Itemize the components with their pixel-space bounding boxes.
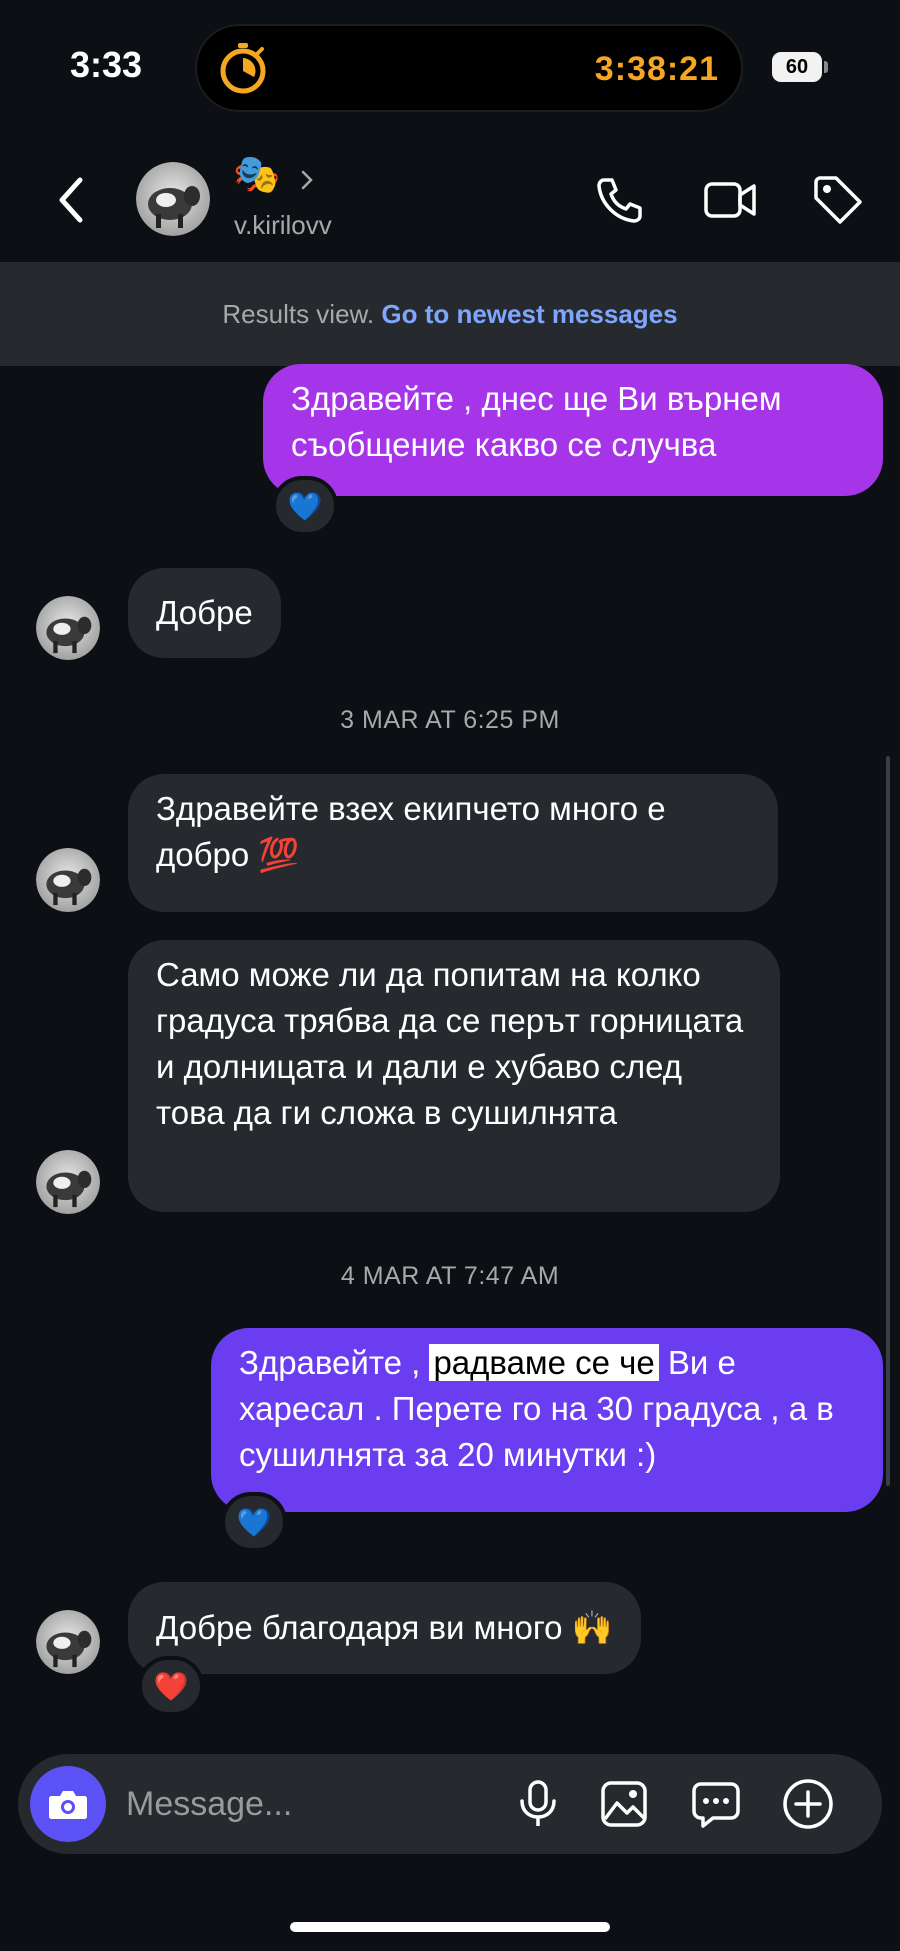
username[interactable]: v.kirilovv — [234, 210, 332, 241]
message-composer — [18, 1754, 882, 1854]
tag-icon[interactable] — [810, 172, 866, 228]
avatar-image — [36, 848, 100, 912]
timer-icon — [220, 43, 266, 94]
more-options-button[interactable] — [778, 1774, 838, 1834]
battery-tip — [824, 61, 828, 73]
home-indicator[interactable] — [290, 1922, 610, 1932]
message-text: Само може ли да попитам на колко градуса… — [156, 956, 744, 1131]
message-outgoing[interactable]: Здравейте , радваме се че Ви е харесал .… — [211, 1328, 883, 1512]
battery-level: 60 — [772, 52, 822, 82]
dynamic-island: 3:38:21 — [195, 24, 743, 112]
hundred-points-icon: 💯 — [258, 836, 300, 873]
sticker-icon — [692, 1782, 740, 1828]
back-icon[interactable] — [48, 170, 98, 230]
avatar-image — [36, 1150, 100, 1214]
message-input[interactable] — [126, 1774, 396, 1834]
avatar[interactable] — [36, 1150, 100, 1214]
microphone-button[interactable] — [508, 1774, 568, 1834]
chevron-right-icon[interactable] — [298, 168, 316, 192]
scroll-indicator[interactable] — [886, 756, 890, 1486]
battery-icon: 60 — [772, 52, 828, 82]
status-bar: 3:33 3:38:21 60 — [0, 0, 900, 130]
timer-text: 3:38:21 — [594, 50, 719, 88]
avatar-image — [136, 162, 210, 236]
phone-icon[interactable] — [592, 172, 648, 228]
reaction-badge[interactable]: 💙 — [221, 1492, 287, 1552]
avatar-image — [36, 596, 100, 660]
message-outgoing[interactable]: Здравейте , днес ще Ви върнем съобщение … — [263, 364, 883, 496]
date-separator: 3 MAR AT 6:25 PM — [340, 706, 560, 734]
avatar[interactable] — [36, 1610, 100, 1674]
date-separator: 4 MAR AT 7:47 AM — [340, 1262, 560, 1290]
blue-heart-icon: 💙 — [287, 490, 323, 522]
search-highlight: радваме се че — [429, 1344, 659, 1381]
reaction-badge[interactable]: 💙 — [272, 476, 338, 536]
raised-hands-icon: 🙌 — [571, 1609, 613, 1646]
avatar-image — [36, 1610, 100, 1674]
avatar[interactable] — [36, 848, 100, 912]
microphone-icon — [520, 1780, 556, 1826]
message-text-start: Здравейте , — [239, 1344, 421, 1381]
message-text: Здравейте взех екипчето много е добро — [156, 790, 666, 873]
camera-icon — [49, 1791, 87, 1819]
blue-heart-icon: 💙 — [236, 1506, 272, 1538]
message-text: Добре — [156, 594, 253, 631]
reaction-badge[interactable]: ❤️ — [138, 1656, 204, 1716]
gallery-button[interactable] — [594, 1774, 654, 1834]
sticker-button[interactable] — [686, 1774, 746, 1834]
message-incoming[interactable]: Само може ли да попитам на колко градуса… — [128, 940, 780, 1212]
go-to-newest-link[interactable]: Go to newest messages — [381, 299, 677, 329]
results-view-banner: Results view. Go to newest messages — [0, 262, 900, 366]
avatar[interactable] — [136, 162, 210, 236]
video-camera-icon[interactable] — [702, 172, 758, 228]
plus-icon — [783, 1779, 833, 1829]
message-incoming[interactable]: Добре — [128, 568, 281, 658]
status-time: 3:33 — [70, 44, 143, 85]
camera-button[interactable] — [30, 1766, 106, 1842]
message-incoming[interactable]: Добре благодаря ви много 🙌 — [128, 1582, 641, 1674]
profile-emoji: 🎭 — [233, 154, 281, 196]
gallery-icon — [601, 1781, 647, 1827]
chat-header: 🎭 v.kirilovv — [0, 140, 900, 260]
message-incoming[interactable]: Здравейте взех екипчето много е добро 💯 — [128, 774, 778, 912]
avatar[interactable] — [36, 596, 100, 660]
red-heart-icon: ❤️ — [153, 1670, 189, 1702]
results-view-text: Results view. — [222, 299, 375, 329]
message-text: Добре благодаря ви много — [156, 1609, 563, 1646]
message-text: Здравейте , днес ще Ви върнем съобщение … — [291, 380, 782, 463]
